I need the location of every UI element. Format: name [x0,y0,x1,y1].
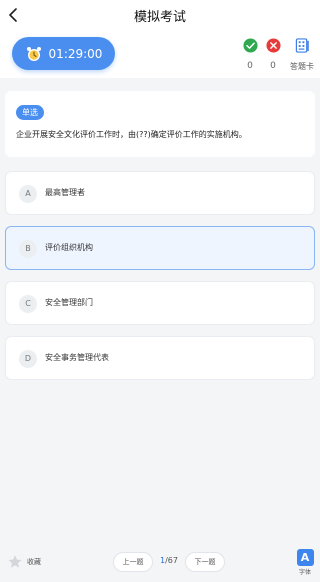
star-icon [8,555,22,568]
question-text: 企业开展安全文化评价工作时，由(??)确定评价工作的实施机构。 [16,130,247,139]
close-circle-icon [265,38,281,53]
answer-card-label: 答题卡 [290,62,314,71]
option-d[interactable]: D 安全事务管理代表 [5,336,315,380]
option-c[interactable]: C 安全管理部门 [5,281,315,325]
timer-value: 01:29:00 [48,46,103,61]
option-letter: C [19,295,37,313]
font-label: 字体 [298,569,311,576]
font-icon: A [296,549,314,566]
option-text: 安全事务管理代表 [45,353,109,362]
nav-bar: 模拟考试 [0,0,320,30]
wrong-count: 0 [259,38,287,71]
alarm-clock-icon [25,45,43,63]
status-bar: 01:29:00 0 0 答题卡 [0,30,320,78]
option-text: 评价组织机构 [45,243,93,252]
wrong-count-value: 0 [270,61,276,71]
total-pages: /67 [165,556,178,565]
option-letter: A [19,185,37,203]
page-indicator: 1/67 [155,556,183,565]
question-type-badge: 单选 [16,105,44,120]
bottom-toolbar: 收藏 上一题 1/67 下一题 A 字体 [0,540,320,582]
favorite-button[interactable]: 收藏 [7,554,41,570]
option-text: 安全管理部门 [45,298,93,307]
next-question-button[interactable]: 下一题 [185,552,225,572]
timer-button[interactable]: 01:29:00 [12,37,115,70]
page-title: 模拟考试 [133,10,186,25]
font-size-button[interactable]: A 字体 [295,549,315,576]
option-text: 最高管理者 [45,188,85,197]
favorite-label: 收藏 [27,558,41,566]
option-b[interactable]: B 评价组织机构 [5,226,315,270]
question-card: 单选 企业开展安全文化评价工作时，由(??)确定评价工作的实施机构。 [5,91,315,157]
prev-question-button[interactable]: 上一题 [113,552,153,572]
check-circle-icon [242,38,258,53]
answer-card-button[interactable]: 答题卡 [286,38,318,72]
option-letter: B [19,240,37,258]
option-a[interactable]: A 最高管理者 [5,171,315,215]
answer-sheet-icon [295,38,309,53]
option-letter: D [19,350,37,368]
